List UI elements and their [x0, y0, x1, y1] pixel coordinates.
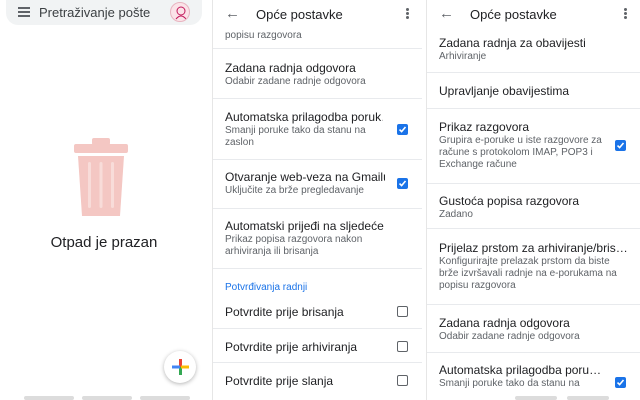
setting-auto-fit[interactable]: Automatska prilagodba poru… Smanji poruk… [427, 363, 607, 390]
item-title: Automatska prilagodba poru… [439, 363, 602, 377]
item-title: Zadana radnja za obavijesti [439, 36, 586, 50]
setting-default-reply[interactable]: Zadana radnja odgovora Odabir zadane rad… [213, 61, 422, 88]
setting-confirm-delete[interactable]: Potvrdite prije brisanja [213, 305, 422, 320]
item-title: Zadana radnja odgovora [439, 316, 570, 330]
divider [427, 183, 640, 184]
setting-swipe-actions[interactable]: Prijelaz prstom za arhiviranje/bris… Kon… [427, 241, 627, 292]
item-title: Automatska prilagodba poruk… [225, 110, 383, 124]
divider [213, 208, 422, 209]
system-nav-bar [0, 396, 208, 400]
divider [427, 72, 640, 73]
system-nav-bar [427, 396, 640, 400]
partial-list-item[interactable]: popisu razgovora [213, 30, 422, 42]
setting-default-reply[interactable]: Zadana radnja odgovora Odabir zadane rad… [427, 316, 640, 343]
item-subtitle: Smanji poruke tako da stanu na zaslon [225, 125, 366, 148]
compose-plus-icon [172, 359, 189, 375]
divider [427, 304, 640, 305]
item-subtitle: Odabir zadane radnje odgovora [225, 76, 366, 87]
item-subtitle: Uključite za brže pregledavanje [225, 185, 364, 196]
avatar[interactable] [170, 2, 190, 22]
item-title: Gustoća popisa razgovora [439, 194, 580, 208]
top-app-bar: ← Opće postavke [427, 0, 640, 30]
section-title: Potvrđivanja radnji [225, 282, 308, 293]
divider [213, 268, 422, 269]
setting-auto-advance[interactable]: Automatski prijeđi na sljedeće Prikaz po… [213, 219, 393, 258]
top-app-bar: ← Opće postavke [213, 0, 422, 30]
back-arrow-icon[interactable]: ← [439, 6, 454, 22]
page-title: Opće postavke [470, 7, 557, 22]
setting-conversation-view[interactable]: Prikaz razgovora Grupira e-poruke u iste… [427, 120, 607, 171]
item-subtitle: popisu razgovora [225, 30, 302, 41]
item-subtitle: Odabir zadane radnje odgovora [439, 331, 580, 342]
checkbox-auto-fit[interactable] [397, 124, 408, 135]
setting-notification-action[interactable]: Zadana radnja za obavijesti Arhiviranje [427, 36, 640, 63]
setting-manage-notifications[interactable]: Upravljanje obavijestima [427, 84, 640, 99]
checkbox-checked-icon [616, 142, 625, 149]
setting-open-web-links[interactable]: Otvaranje web-veza na Gmailu Uključite z… [213, 170, 385, 197]
item-subtitle: Zadano [439, 209, 473, 220]
divider [213, 48, 422, 49]
checkbox-conversation-view[interactable] [615, 140, 626, 151]
checkbox-open-web-links[interactable] [397, 178, 408, 189]
checkbox-confirm-send[interactable] [397, 375, 408, 386]
item-title: Prikaz razgovora [439, 120, 530, 134]
general-settings-screen-2: ← Opće postavke Zadana radnja za obavije… [426, 0, 640, 400]
item-title: Zadana radnja odgovora [225, 61, 356, 75]
checkbox-confirm-archive[interactable] [397, 341, 408, 352]
item-title: Potvrdite prije brisanja [225, 305, 344, 319]
divider [427, 228, 640, 229]
item-title: Automatski prijeđi na sljedeće [225, 219, 384, 233]
search-placeholder[interactable]: Pretraživanje pošte [39, 5, 150, 20]
compose-button[interactable] [164, 351, 196, 383]
divider [213, 362, 422, 363]
item-subtitle: Prikaz popisa razgovora nakon arhiviranj… [225, 234, 363, 257]
setting-auto-fit[interactable]: Automatska prilagodba poruk… Smanji poru… [213, 110, 383, 149]
item-title: Potvrdite prije slanja [225, 374, 334, 388]
general-settings-screen-1: ← Opće postavke popisu razgovora Zadana … [212, 0, 422, 400]
divider [213, 328, 422, 329]
checkbox-checked-icon [398, 180, 407, 187]
divider [213, 159, 422, 160]
trash-screen: Pretraživanje pošte Otpad je prazan [0, 0, 208, 400]
setting-list-density[interactable]: Gustoća popisa razgovora Zadano [427, 194, 640, 221]
checkbox-checked-icon [398, 126, 407, 133]
item-subtitle: Konfigurirajte prelazak prstom da biste … [439, 256, 617, 291]
more-vert-icon[interactable] [624, 8, 628, 20]
setting-confirm-send[interactable]: Potvrdite prije slanja [213, 374, 422, 389]
setting-confirm-archive[interactable]: Potvrdite prije arhiviranja [213, 340, 422, 355]
page-title: Opće postavke [256, 7, 343, 22]
menu-icon[interactable] [18, 7, 30, 17]
divider [213, 98, 422, 99]
item-title: Upravljanje obavijestima [439, 84, 570, 98]
empty-trash-message: Otpad je prazan [50, 234, 158, 251]
item-title: Otvaranje web-veza na Gmailu [225, 170, 385, 184]
checkbox-confirm-delete[interactable] [397, 306, 408, 317]
search-bar[interactable]: Pretraživanje pošte [6, 0, 202, 25]
more-vert-icon[interactable] [406, 8, 410, 20]
item-subtitle: Arhiviranje [439, 51, 487, 62]
checkbox-checked-icon [616, 379, 625, 386]
divider [427, 108, 640, 109]
trash-icon [74, 138, 128, 216]
item-title: Prijelaz prstom za arhiviranje/bris… [439, 241, 627, 255]
divider [427, 352, 640, 353]
item-subtitle: Smanji poruke tako da stanu na [439, 378, 580, 389]
item-title: Potvrdite prije arhiviranja [225, 340, 358, 354]
checkbox-auto-fit[interactable] [615, 377, 626, 388]
item-subtitle: Grupira e-poruke u iste razgovore za rač… [439, 135, 602, 170]
back-arrow-icon[interactable]: ← [225, 6, 240, 22]
